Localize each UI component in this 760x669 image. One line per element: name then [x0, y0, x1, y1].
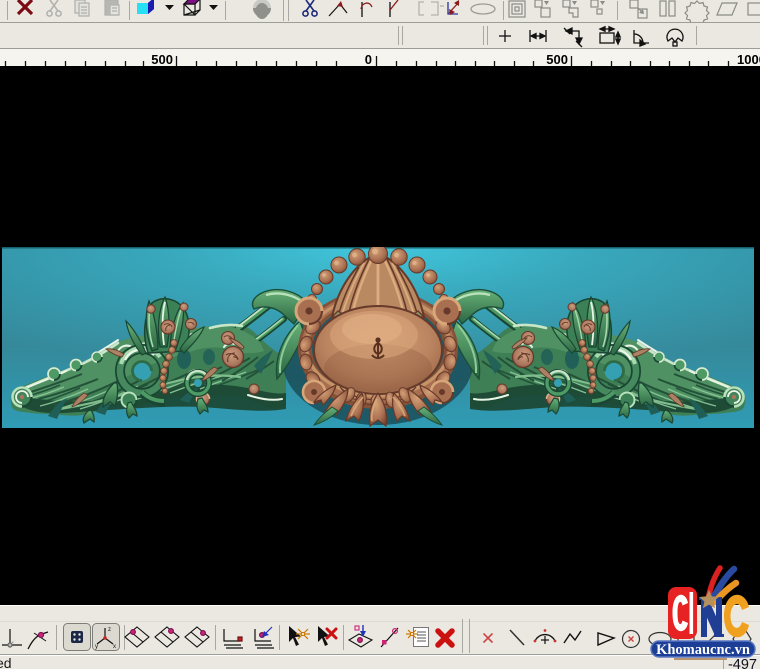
svg-text:y: y [95, 644, 98, 650]
svg-text:z: z [108, 627, 111, 633]
svg-text:1000: 1000 [737, 52, 760, 67]
svg-text:ed: ed [0, 655, 12, 669]
svg-text:x: x [113, 644, 116, 650]
svg-text:500: 500 [546, 52, 568, 67]
svg-text:0: 0 [365, 52, 372, 67]
svg-text:Khomaucnc.vn: Khomaucnc.vn [656, 642, 750, 658]
svg-text:500: 500 [151, 52, 173, 67]
